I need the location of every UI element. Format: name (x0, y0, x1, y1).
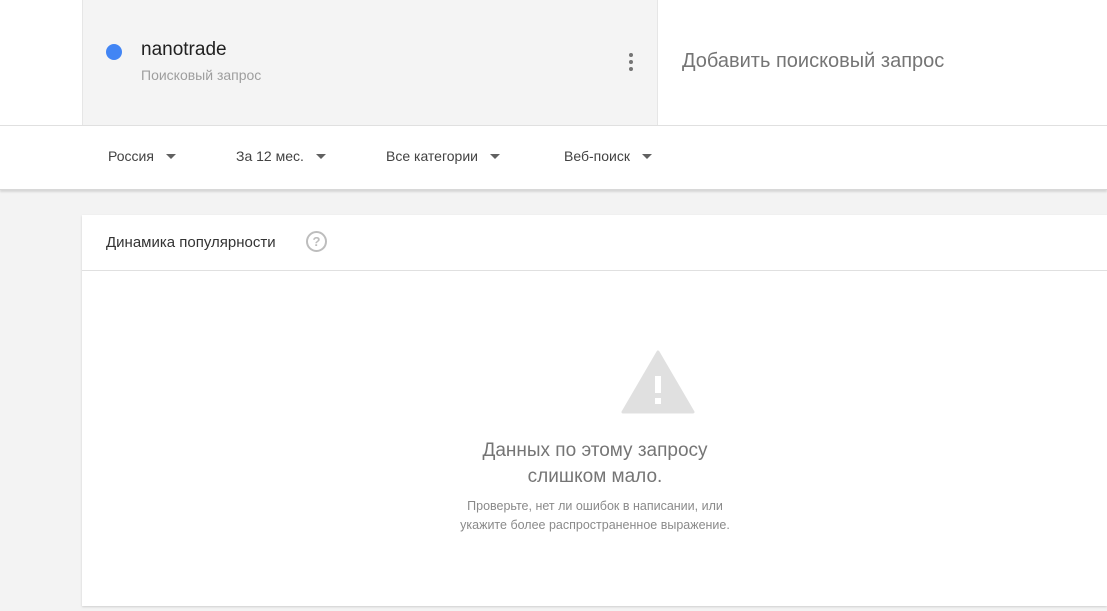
card-header: Динамика популярности ? (82, 215, 1107, 271)
empty-state-hint: Проверьте, нет ли ошибок в написании, ил… (20, 497, 1107, 535)
time-filter-label: За 12 мес. (236, 148, 304, 164)
region-filter-label: Россия (108, 148, 154, 164)
interest-over-time-card: Динамика популярности ? Данных по этому … (82, 215, 1107, 606)
empty-state-hint-line-1: Проверьте, нет ли ошибок в написании, ил… (467, 499, 723, 513)
comparison-bar: nanotrade Поисковый запрос Добавить поис… (0, 0, 1107, 126)
term-name: nanotrade (141, 39, 227, 60)
empty-state-hint-line-2: укажите более распространенное выражение… (460, 518, 730, 532)
caret-down-icon (165, 153, 176, 159)
search-type-filter-dropdown[interactable]: Веб-поиск (564, 148, 652, 164)
help-icon[interactable]: ? (306, 231, 327, 252)
category-filter-dropdown[interactable]: Все категории (386, 148, 500, 164)
card-title: Динамика популярности (106, 234, 276, 251)
region-filter-dropdown[interactable]: Россия (108, 148, 176, 164)
time-filter-dropdown[interactable]: За 12 мес. (236, 148, 326, 164)
empty-state-title: Данных по этому запросу слишком мало. (20, 438, 1107, 490)
more-vert-icon[interactable] (619, 50, 643, 74)
warning-icon (621, 350, 695, 414)
search-type-filter-label: Веб-поиск (564, 148, 630, 164)
term-type-label: Поисковый запрос (141, 67, 262, 83)
caret-down-icon (489, 153, 500, 159)
category-filter-label: Все категории (386, 148, 478, 164)
caret-down-icon (315, 153, 326, 159)
empty-state-title-line-2: слишком мало. (527, 466, 663, 487)
add-search-term-input[interactable]: Добавить поисковый запрос (682, 50, 944, 73)
empty-state-title-line-1: Данных по этому запросу (482, 440, 708, 461)
filters-bar: Россия За 12 мес. Все категории Веб-поис… (0, 126, 1107, 190)
caret-down-icon (641, 153, 652, 159)
term-color-dot (106, 44, 122, 60)
search-term-card[interactable]: nanotrade Поисковый запрос (82, 0, 658, 125)
